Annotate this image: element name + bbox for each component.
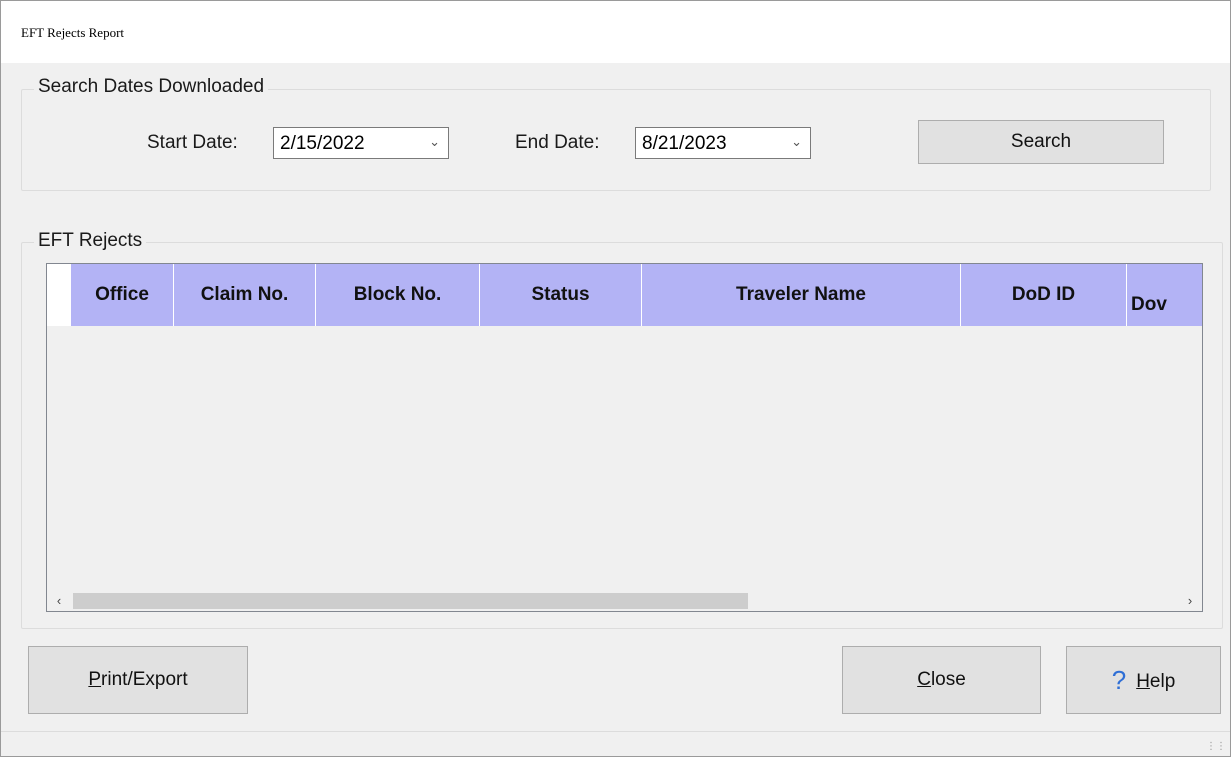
resize-grip-icon[interactable]: ⋮⋮ xyxy=(1206,741,1226,752)
column-header-dod-id[interactable]: DoD ID xyxy=(961,264,1127,326)
title-bar: EFT Rejects Report xyxy=(1,1,1230,63)
eft-rejects-group-label: EFT Rejects xyxy=(34,230,147,252)
print-export-label: rint/Export xyxy=(101,669,188,690)
end-date-picker[interactable]: 8/21/2023 ⌄ xyxy=(635,127,811,159)
grid-header-row: Office Claim No. Block No. Status Travel… xyxy=(47,264,1202,326)
scroll-right-icon[interactable]: › xyxy=(1180,591,1200,611)
column-header-status[interactable]: Status xyxy=(480,264,642,326)
end-date-value: 8/21/2023 xyxy=(642,133,727,154)
search-dates-group-label: Search Dates Downloaded xyxy=(34,76,269,98)
close-button[interactable]: Close xyxy=(842,646,1041,714)
scrollbar-thumb[interactable] xyxy=(73,593,748,609)
chevron-down-icon[interactable]: ⌄ xyxy=(429,134,440,150)
start-date-label: Start Date: xyxy=(147,132,238,153)
eft-rejects-window: EFT Rejects Report Search Dates Download… xyxy=(0,0,1231,757)
help-mnemonic: H xyxy=(1136,671,1150,692)
start-date-value: 2/15/2022 xyxy=(280,133,365,154)
column-header-office[interactable]: Office xyxy=(71,264,174,326)
eft-rejects-grid[interactable]: Office Claim No. Block No. Status Travel… xyxy=(46,263,1203,612)
print-export-button[interactable]: Print/Export xyxy=(28,646,248,714)
column-header-download[interactable]: Dov xyxy=(1127,264,1202,326)
scroll-left-icon[interactable]: ‹ xyxy=(49,591,69,611)
column-header-claim-no[interactable]: Claim No. xyxy=(174,264,316,326)
help-question-icon: ? xyxy=(1111,665,1127,695)
chevron-down-icon[interactable]: ⌄ xyxy=(791,134,802,150)
start-date-picker[interactable]: 2/15/2022 ⌄ xyxy=(273,127,449,159)
horizontal-scrollbar[interactable]: ‹ › xyxy=(47,591,1202,611)
end-date-label: End Date: xyxy=(515,132,600,153)
column-header-block-no[interactable]: Block No. xyxy=(316,264,480,326)
search-button[interactable]: Search xyxy=(918,120,1164,164)
search-button-label: Search xyxy=(1010,131,1072,152)
print-export-mnemonic: P xyxy=(88,669,102,690)
window-title: EFT Rejects Report xyxy=(21,25,125,40)
help-label: elp xyxy=(1149,671,1176,692)
help-button[interactable]: ? Help xyxy=(1066,646,1221,714)
status-strip-divider xyxy=(1,731,1230,732)
row-header-corner xyxy=(47,264,71,326)
column-header-traveler-name[interactable]: Traveler Name xyxy=(642,264,961,326)
close-label: lose xyxy=(930,669,966,690)
close-mnemonic: C xyxy=(917,669,931,690)
